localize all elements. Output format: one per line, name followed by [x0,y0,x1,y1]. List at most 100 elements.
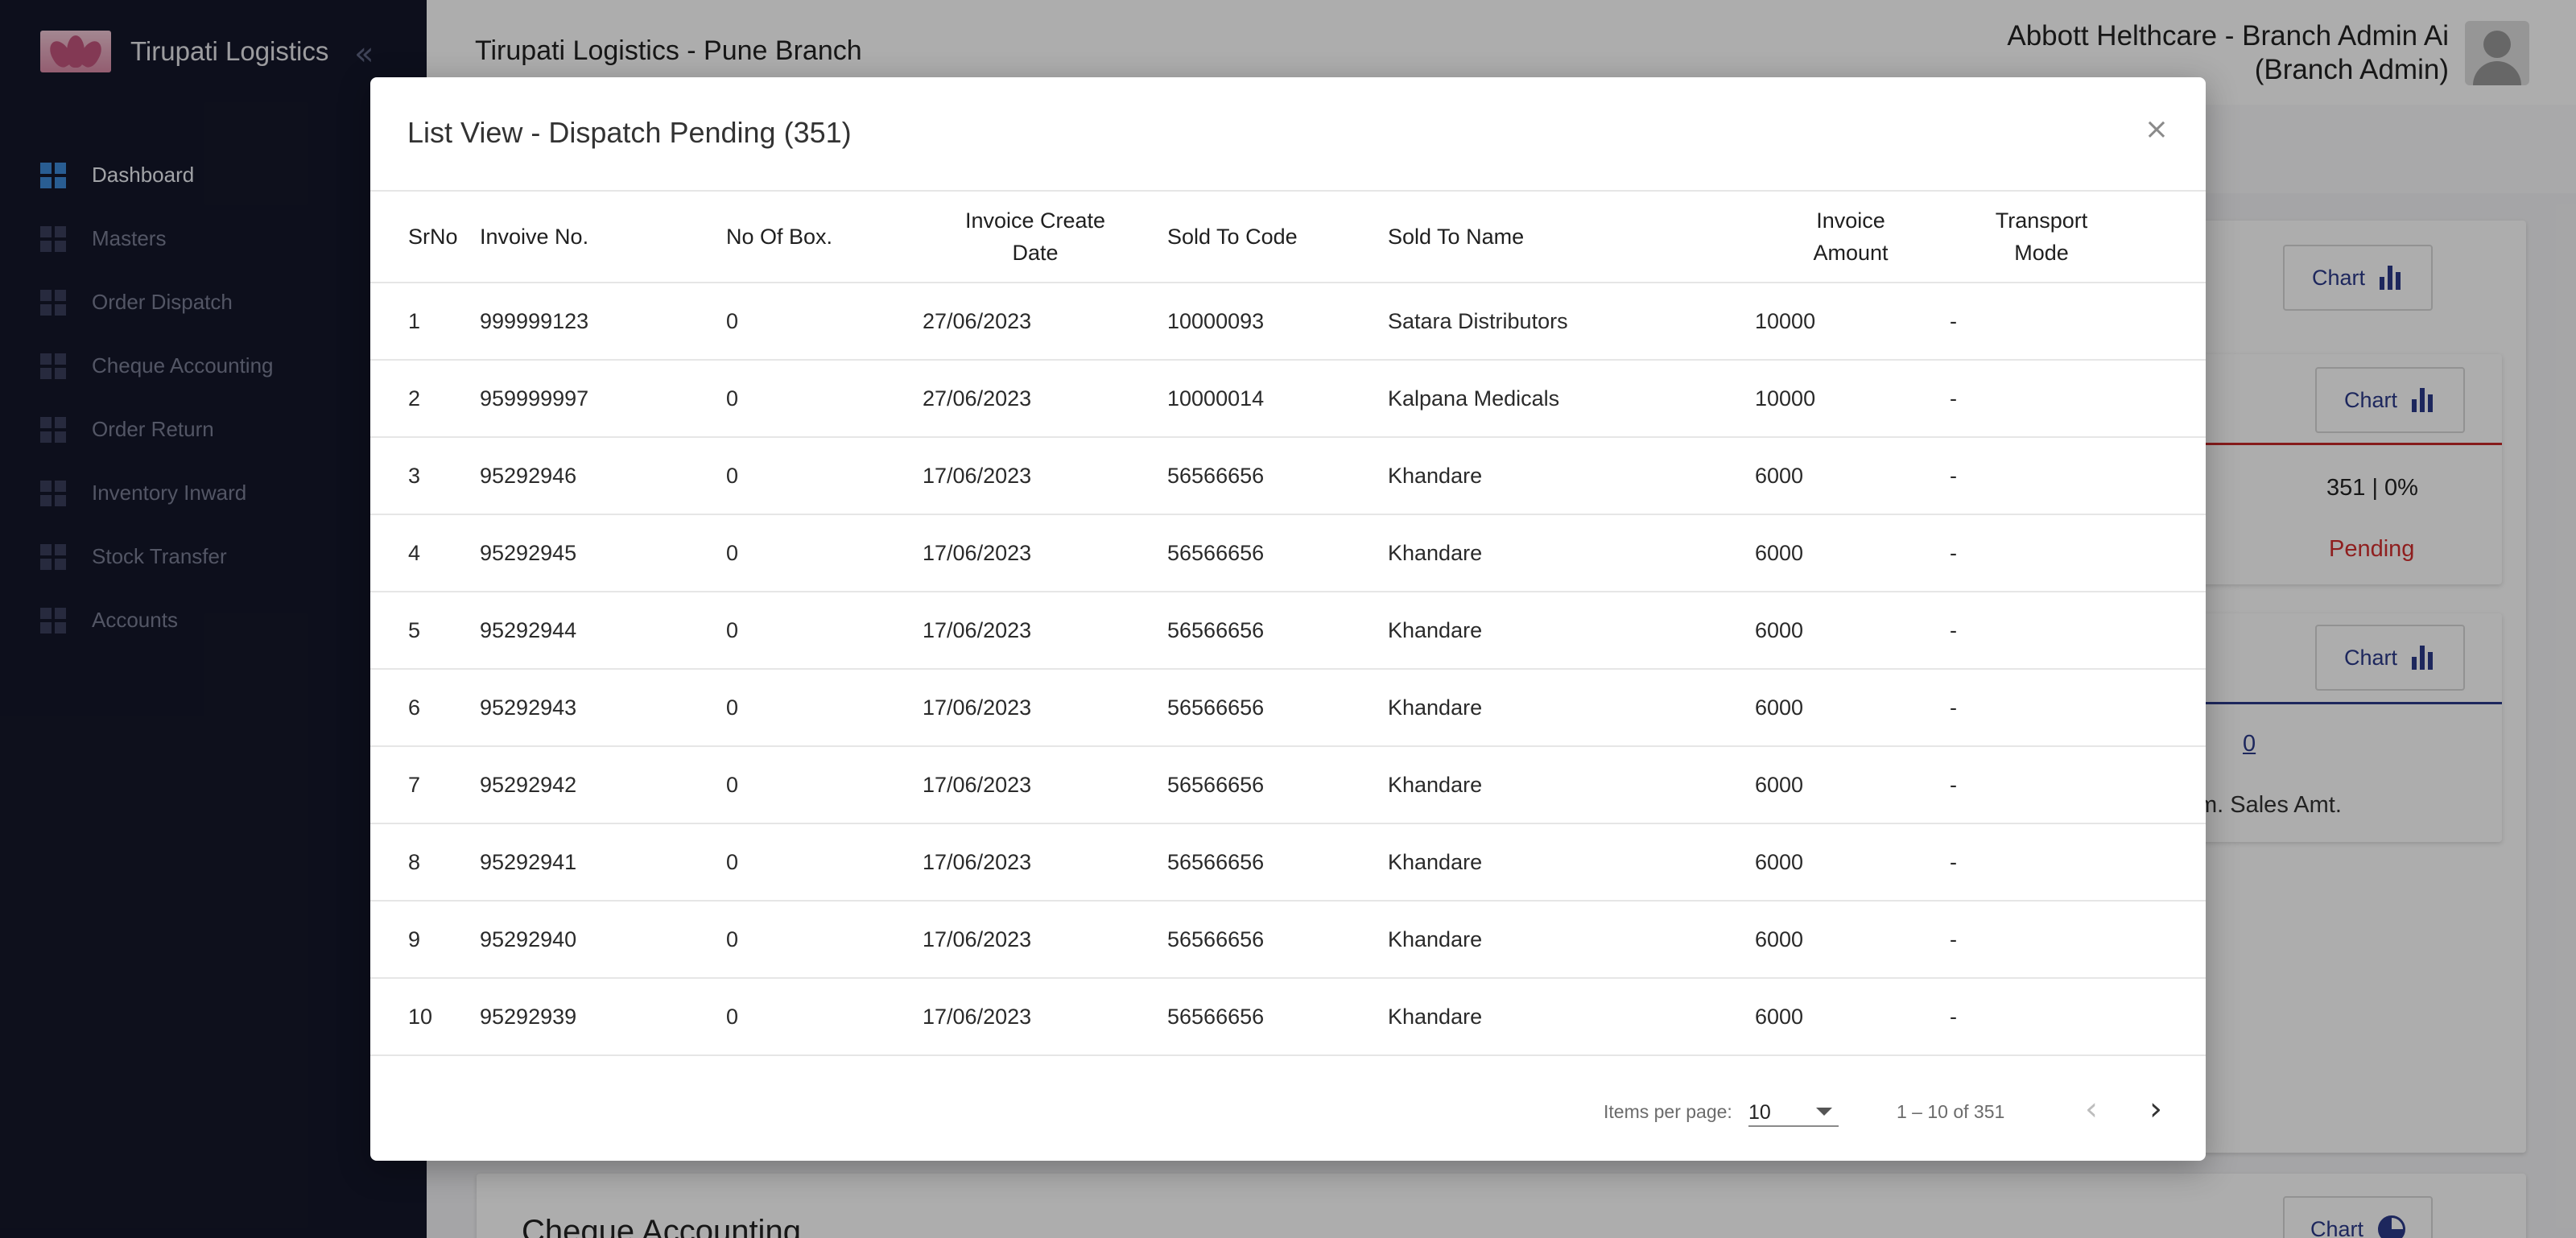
items-per-page-value: 10 [1748,1101,1771,1124]
table-cell: 17/06/2023 [921,823,1166,902]
table-cell: 17/06/2023 [921,669,1166,747]
table-cell: 0 [724,823,921,902]
table-cell: - [1948,746,2206,824]
table-cell: 56566656 [1166,901,1386,979]
table-cell: 6000 [1753,592,1948,670]
table-cell: Khandare [1386,437,1753,515]
table-cell: 56566656 [1166,669,1386,747]
table-cell: 10000093 [1166,283,1386,361]
table-cell: 6000 [1753,978,1948,1056]
table-cell: 95292946 [478,437,724,515]
table-row[interactable]: 4 95292945 0 17/06/2023 56566656 Khandare 6000… [370,514,2206,592]
column-header[interactable]: Transport Mode [1948,190,2206,283]
table-cell: 17/06/2023 [921,592,1166,670]
table-cell: 8 [370,823,478,902]
table-cell: - [1948,592,2206,670]
table-cell: 959999997 [478,360,724,438]
table-row[interactable]: 10 95292939 0 17/06/2023 56566656 Khandare 600… [370,978,2206,1056]
table-cell: 27/06/2023 [921,360,1166,438]
table-cell: Khandare [1386,823,1753,902]
table-cell: Kalpana Medicals [1386,360,1753,438]
table-cell: 17/06/2023 [921,437,1166,515]
table-cell: 6000 [1753,437,1948,515]
table-cell: 95292939 [478,978,724,1056]
table-row[interactable]: 8 95292941 0 17/06/2023 56566656 Khandare 6000… [370,823,2206,902]
column-header[interactable]: SrNo [370,190,478,283]
column-header[interactable]: Invoice Create Date [921,190,1166,283]
previous-page-icon[interactable]: ‹ [2085,1093,2098,1125]
table-cell: 7 [370,746,478,824]
table-cell: 95292943 [478,669,724,747]
table-row[interactable]: 6 95292943 0 17/06/2023 56566656 Khandare 6000… [370,669,2206,747]
table-cell: 95292942 [478,746,724,824]
table-cell: 2 [370,360,478,438]
table-cell: 6000 [1753,823,1948,902]
column-header[interactable]: Sold To Code [1166,190,1386,283]
table-cell: 17/06/2023 [921,514,1166,592]
table-row[interactable]: 2 959999997 0 27/06/2023 10000014 Kalpana Med… [370,360,2206,438]
table-cell: 999999123 [478,283,724,361]
table-cell: Satara Distributors [1386,283,1753,361]
table-row[interactable]: 3 95292946 0 17/06/2023 56566656 Khandare 6000… [370,437,2206,515]
table-cell: 0 [724,592,921,670]
dispatch-table: SrNo Invoive No. No Of Box. Invoice Crea… [370,190,2206,1056]
next-page-icon[interactable]: › [2149,1093,2162,1125]
table-cell: Khandare [1386,746,1753,824]
table-cell: 10000 [1753,360,1948,438]
table-cell: 95292940 [478,901,724,979]
table-cell: 0 [724,283,921,361]
table-cell: 27/06/2023 [921,283,1166,361]
table-cell: Khandare [1386,592,1753,670]
table-cell: 6000 [1753,514,1948,592]
table-cell: 95292944 [478,592,724,670]
table-cell: 10000014 [1166,360,1386,438]
table-cell: 0 [724,978,921,1056]
table-header-row: SrNo Invoive No. No Of Box. Invoice Crea… [370,190,2206,283]
table-cell: 0 [724,746,921,824]
items-per-page-label: Items per page: [1604,1101,1732,1122]
column-header[interactable]: Invoive No. [478,190,724,283]
page-range: 1 – 10 of 351 [1897,1101,2005,1122]
table-cell: 9 [370,901,478,979]
table-cell: - [1948,823,2206,902]
table-cell: 17/06/2023 [921,978,1166,1056]
table-cell: Khandare [1386,514,1753,592]
table-cell: Khandare [1386,669,1753,747]
table-cell: - [1948,901,2206,979]
table-cell: 0 [724,437,921,515]
table-cell: 0 [724,360,921,438]
table-cell: - [1948,360,2206,438]
table-cell: 6000 [1753,901,1948,979]
table-cell: 95292941 [478,823,724,902]
table-cell: - [1948,669,2206,747]
table-cell: 56566656 [1166,978,1386,1056]
table-cell: - [1948,283,2206,361]
table-cell: 0 [724,901,921,979]
table-cell: 10 [370,978,478,1056]
table-row[interactable]: 1 999999123 0 27/06/2023 10000093 Satara Dist… [370,283,2206,361]
table-cell: 10000 [1753,283,1948,361]
table-cell: - [1948,437,2206,515]
column-header[interactable]: No Of Box. [724,190,921,283]
column-header[interactable]: Invoice Amount [1753,190,1948,283]
dialog-title: List View - Dispatch Pending (351) [407,116,852,149]
table-cell: 6000 [1753,746,1948,824]
table-cell: - [1948,514,2206,592]
table-cell: 5 [370,592,478,670]
items-per-page-select[interactable]: 10 [1748,1095,1839,1127]
table-cell: 6000 [1753,669,1948,747]
table-cell: 6 [370,669,478,747]
paginator: Items per page: 10 1 – 10 of 351 ‹ › [370,1080,2206,1145]
table-row[interactable]: 5 95292944 0 17/06/2023 56566656 Khandare 6000… [370,592,2206,670]
table-cell: Khandare [1386,901,1753,979]
table-cell: 1 [370,283,478,361]
table-cell: 0 [724,669,921,747]
table-cell: 95292945 [478,514,724,592]
table-cell: 0 [724,514,921,592]
close-icon[interactable]: × [2145,113,2169,146]
table-row[interactable]: 7 95292942 0 17/06/2023 56566656 Khandare 6000… [370,746,2206,824]
table-cell: - [1948,978,2206,1056]
table-cell: 56566656 [1166,437,1386,515]
table-row[interactable]: 9 95292940 0 17/06/2023 56566656 Khandare 6000… [370,901,2206,979]
column-header[interactable]: Sold To Name [1386,190,1753,283]
